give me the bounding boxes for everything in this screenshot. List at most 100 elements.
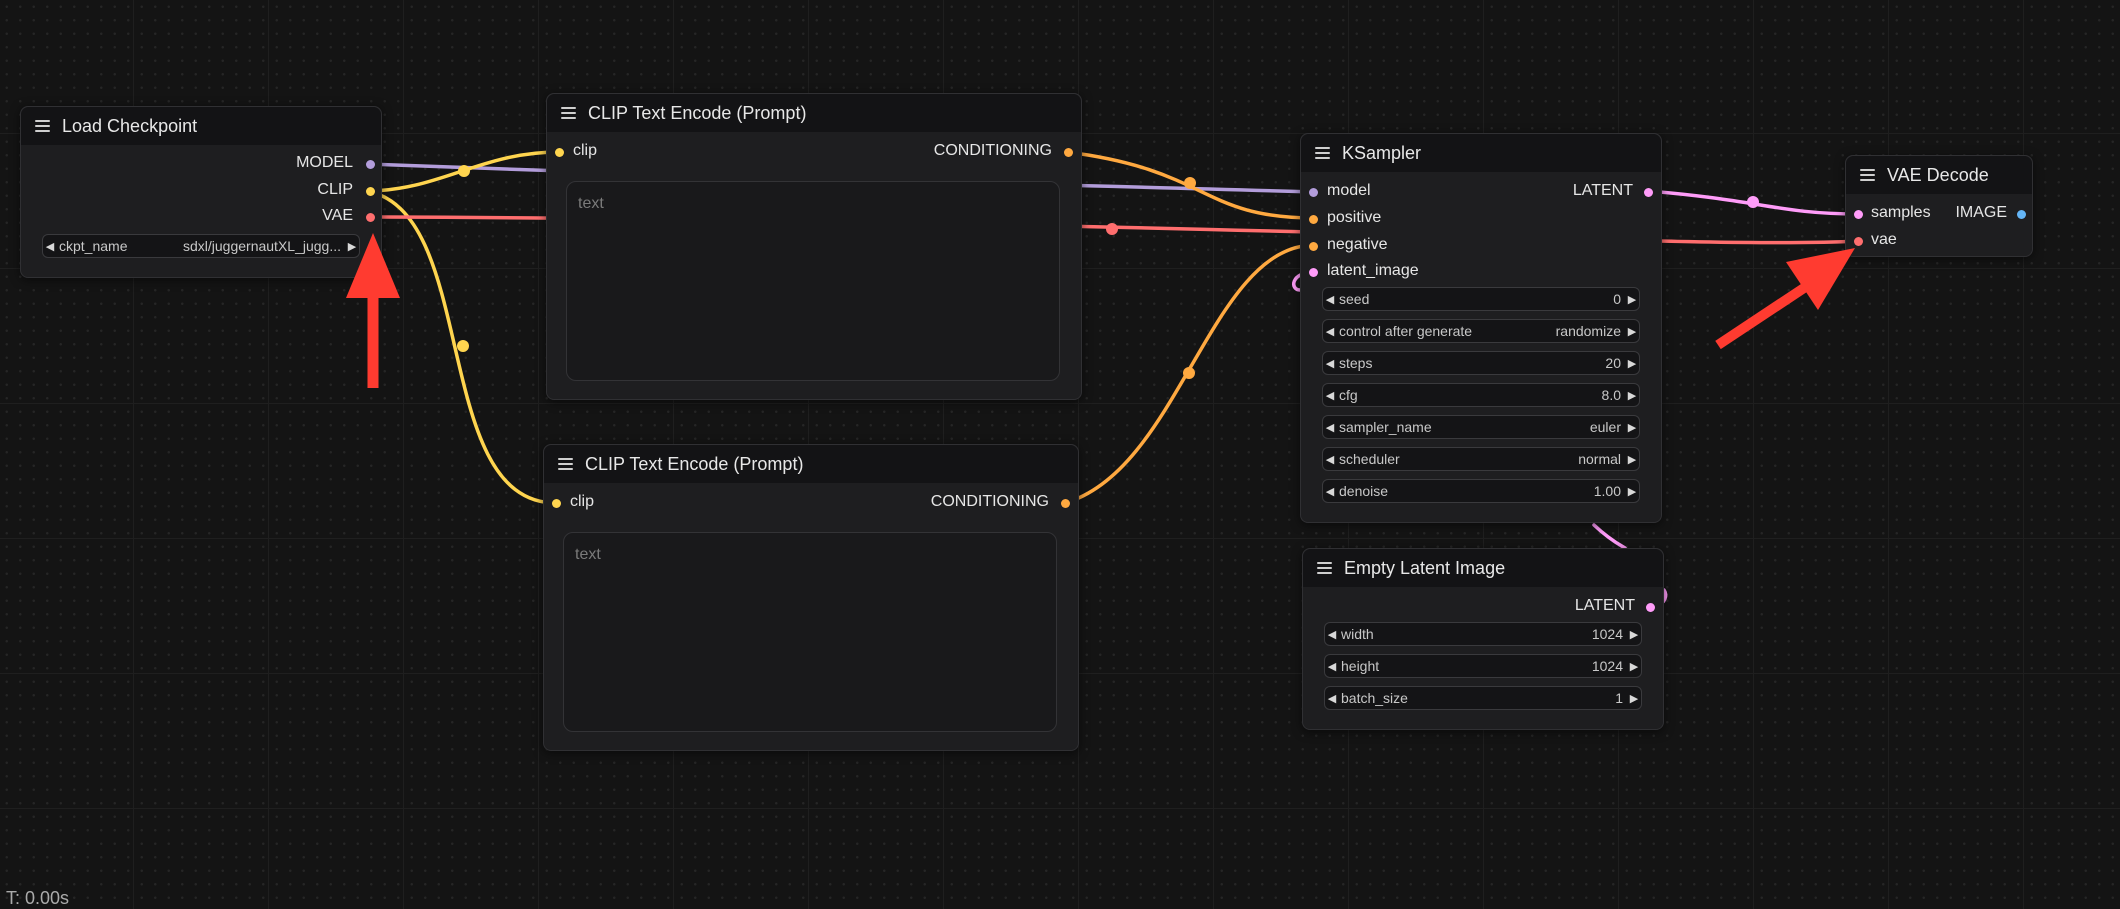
menu-icon[interactable] bbox=[1317, 562, 1332, 574]
input-slot-negative[interactable] bbox=[1309, 242, 1318, 251]
increment-arrow-icon[interactable]: ▶ bbox=[1625, 293, 1639, 306]
scheduler-widget[interactable]: ◀ scheduler normal ▶ bbox=[1322, 447, 1640, 471]
output-slot-latent[interactable] bbox=[1644, 188, 1653, 197]
input-label-latent-image: latent_image bbox=[1327, 262, 1419, 279]
increment-arrow-icon[interactable]: ▶ bbox=[1625, 453, 1639, 466]
wire-midpoint bbox=[1747, 196, 1759, 208]
output-slot-conditioning[interactable] bbox=[1061, 499, 1070, 508]
batch-size-widget[interactable]: ◀ batch_size 1 ▶ bbox=[1324, 686, 1642, 710]
menu-icon[interactable] bbox=[561, 107, 576, 119]
increment-arrow-icon[interactable]: ▶ bbox=[1625, 357, 1639, 370]
output-label-clip: CLIP bbox=[317, 181, 353, 198]
widget-value: 8.0 bbox=[1601, 387, 1621, 403]
decrement-arrow-icon[interactable]: ◀ bbox=[43, 240, 57, 253]
input-slot-clip[interactable] bbox=[552, 499, 561, 508]
widget-value: 20 bbox=[1605, 355, 1621, 371]
output-slot-model[interactable] bbox=[366, 160, 375, 169]
widget-label: ckpt_name bbox=[59, 238, 128, 254]
increment-arrow-icon[interactable]: ▶ bbox=[1625, 325, 1639, 338]
widget-label: batch_size bbox=[1341, 690, 1408, 706]
decrement-arrow-icon[interactable]: ◀ bbox=[1323, 389, 1337, 402]
input-label-negative: negative bbox=[1327, 236, 1388, 253]
widget-label: steps bbox=[1339, 355, 1373, 371]
output-slot-image[interactable] bbox=[2017, 210, 2026, 219]
node-title-bar[interactable]: VAE Decode bbox=[1846, 156, 2032, 194]
wire-midpoint bbox=[458, 165, 470, 177]
node-title-bar[interactable]: Empty Latent Image bbox=[1303, 549, 1663, 587]
decrement-arrow-icon[interactable]: ◀ bbox=[1323, 357, 1337, 370]
widget-value: 1.00 bbox=[1593, 483, 1621, 499]
widget-label: denoise bbox=[1339, 483, 1389, 499]
widget-label: height bbox=[1341, 658, 1380, 674]
widget-value: randomize bbox=[1555, 323, 1621, 339]
widget-value: 0 bbox=[1613, 291, 1621, 307]
node-vae-decode[interactable]: VAE Decode samples vae IMAGE bbox=[1845, 155, 2033, 257]
decrement-arrow-icon[interactable]: ◀ bbox=[1325, 692, 1339, 705]
node-title-bar[interactable]: CLIP Text Encode (Prompt) bbox=[544, 445, 1078, 483]
output-slot-conditioning[interactable] bbox=[1064, 148, 1073, 157]
input-label-vae: vae bbox=[1871, 231, 1897, 248]
decrement-arrow-icon[interactable]: ◀ bbox=[1325, 628, 1339, 641]
output-slot-vae[interactable] bbox=[366, 213, 375, 222]
menu-icon[interactable] bbox=[558, 458, 573, 470]
output-slot-clip[interactable] bbox=[366, 187, 375, 196]
output-label-vae: VAE bbox=[322, 207, 353, 224]
widget-label: scheduler bbox=[1339, 451, 1400, 467]
node-title-bar[interactable]: Load Checkpoint bbox=[21, 107, 381, 145]
ckpt-name-combo[interactable]: ◀ ckpt_name sdxl/juggernautXL_jugg... ▶ bbox=[42, 234, 360, 258]
cfg-widget[interactable]: ◀ cfg 8.0 ▶ bbox=[1322, 383, 1640, 407]
input-slot-positive[interactable] bbox=[1309, 215, 1318, 224]
sampler-name-widget[interactable]: ◀ sampler_name euler ▶ bbox=[1322, 415, 1640, 439]
node-title-bar[interactable]: KSampler bbox=[1301, 134, 1661, 172]
increment-arrow-icon[interactable]: ▶ bbox=[1627, 628, 1641, 641]
output-label-model: MODEL bbox=[296, 154, 353, 171]
width-widget[interactable]: ◀ width 1024 ▶ bbox=[1324, 622, 1642, 646]
increment-arrow-icon[interactable]: ▶ bbox=[1627, 660, 1641, 673]
output-label-conditioning: CONDITIONING bbox=[933, 142, 1052, 159]
node-clip-text-encode-positive[interactable]: CLIP Text Encode (Prompt) clip CONDITION… bbox=[546, 93, 1082, 400]
widget-label: seed bbox=[1339, 291, 1370, 307]
menu-icon[interactable] bbox=[1315, 147, 1330, 159]
widget-value: sdxl/juggernautXL_jugg... bbox=[183, 238, 341, 254]
widget-value: 1 bbox=[1615, 690, 1623, 706]
increment-arrow-icon[interactable]: ▶ bbox=[1625, 389, 1639, 402]
decrement-arrow-icon[interactable]: ◀ bbox=[1323, 293, 1337, 306]
widget-label: sampler_name bbox=[1339, 419, 1432, 435]
node-empty-latent-image[interactable]: Empty Latent Image LATENT ◀ width 1024 ▶ ◀ h… bbox=[1302, 548, 1664, 730]
denoise-widget[interactable]: ◀ denoise 1.00 ▶ bbox=[1322, 479, 1640, 503]
node-ksampler[interactable]: KSampler model positive negative latent_… bbox=[1300, 133, 1662, 523]
node-clip-text-encode-negative[interactable]: CLIP Text Encode (Prompt) clip CONDITION… bbox=[543, 444, 1079, 751]
increment-arrow-icon[interactable]: ▶ bbox=[1625, 421, 1639, 434]
widget-value: euler bbox=[1589, 419, 1621, 435]
decrement-arrow-icon[interactable]: ◀ bbox=[1325, 660, 1339, 673]
input-slot-vae[interactable] bbox=[1854, 237, 1863, 246]
menu-icon[interactable] bbox=[1860, 169, 1875, 181]
node-title-bar[interactable]: CLIP Text Encode (Prompt) bbox=[547, 94, 1081, 132]
node-title: Empty Latent Image bbox=[1344, 557, 1506, 578]
menu-icon[interactable] bbox=[35, 120, 50, 132]
input-slot-samples[interactable] bbox=[1854, 210, 1863, 219]
wire-midpoint bbox=[1106, 223, 1118, 235]
height-widget[interactable]: ◀ height 1024 ▶ bbox=[1324, 654, 1642, 678]
increment-arrow-icon[interactable]: ▶ bbox=[1625, 485, 1639, 498]
prompt-text-input[interactable]: text bbox=[563, 532, 1057, 732]
seed-widget[interactable]: ◀ seed 0 ▶ bbox=[1322, 287, 1640, 311]
output-slot-latent[interactable] bbox=[1646, 603, 1655, 612]
input-slot-model[interactable] bbox=[1309, 188, 1318, 197]
input-slot-clip[interactable] bbox=[555, 148, 564, 157]
node-load-checkpoint[interactable]: Load Checkpoint MODEL CLIP VAE ◀ ckpt_na… bbox=[20, 106, 382, 278]
steps-widget[interactable]: ◀ steps 20 ▶ bbox=[1322, 351, 1640, 375]
decrement-arrow-icon[interactable]: ◀ bbox=[1323, 453, 1337, 466]
text-placeholder: text bbox=[575, 546, 601, 563]
increment-arrow-icon[interactable]: ▶ bbox=[345, 240, 359, 253]
increment-arrow-icon[interactable]: ▶ bbox=[1627, 692, 1641, 705]
decrement-arrow-icon[interactable]: ◀ bbox=[1323, 485, 1337, 498]
prompt-text-input[interactable]: text bbox=[566, 181, 1060, 381]
node-title: VAE Decode bbox=[1887, 164, 1989, 185]
wire-empty-latent-stub bbox=[1592, 523, 1627, 550]
output-label-image: IMAGE bbox=[1955, 204, 2007, 221]
decrement-arrow-icon[interactable]: ◀ bbox=[1323, 421, 1337, 434]
input-slot-latent-image[interactable] bbox=[1309, 268, 1318, 277]
control-after-generate-widget[interactable]: ◀ control after generate randomize ▶ bbox=[1322, 319, 1640, 343]
decrement-arrow-icon[interactable]: ◀ bbox=[1323, 325, 1337, 338]
